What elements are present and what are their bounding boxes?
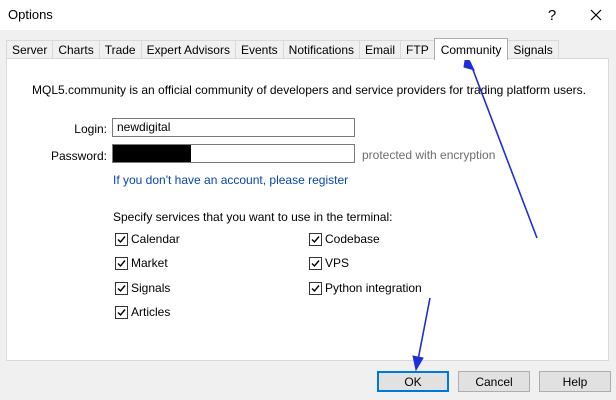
checkbox-label: Signals: [131, 281, 171, 295]
tab-notifications[interactable]: Notifications: [282, 40, 361, 59]
help-button[interactable]: Help: [539, 371, 611, 392]
checkbox-label: Python integration: [325, 281, 422, 295]
tab-community[interactable]: Community: [433, 38, 509, 60]
checkbox-articles[interactable]: Articles: [115, 305, 170, 319]
login-input[interactable]: newdigital: [112, 118, 355, 137]
password-note: protected with encryption: [362, 148, 496, 162]
checkbox-box[interactable]: [115, 281, 128, 295]
help-title-button[interactable]: ?: [532, 0, 572, 30]
checkbox-market[interactable]: Market: [115, 256, 168, 270]
check-icon: [117, 235, 126, 243]
checkbox-codebase[interactable]: Codebase: [309, 232, 380, 246]
checkbox-vps[interactable]: VPS: [309, 256, 349, 270]
ok-button[interactable]: OK: [377, 371, 449, 392]
check-icon: [117, 308, 126, 316]
check-icon: [311, 235, 320, 243]
close-button[interactable]: [576, 0, 616, 30]
checkbox-box[interactable]: [115, 256, 128, 270]
tab-strip: Server Charts Trade Expert Advisors Even…: [6, 37, 559, 60]
options-dialog: Options ? Server Charts Trade Expert Adv…: [0, 0, 616, 400]
checkbox-box[interactable]: [115, 305, 128, 319]
password-label: Password:: [50, 149, 107, 163]
tab-server[interactable]: Server: [6, 40, 54, 59]
password-input[interactable]: [112, 144, 355, 163]
checkbox-label: Codebase: [325, 232, 380, 246]
register-link[interactable]: If you don't have an account, please reg…: [113, 173, 348, 187]
tab-charts[interactable]: Charts: [52, 40, 100, 59]
tab-trade[interactable]: Trade: [98, 40, 142, 59]
checkbox-label: Calendar: [131, 232, 180, 246]
community-description: MQL5.community is an official community …: [32, 83, 587, 97]
tab-expert-advisors[interactable]: Expert Advisors: [140, 40, 236, 59]
checkbox-label: Market: [131, 256, 168, 270]
login-label: Login:: [74, 122, 107, 136]
checkbox-calendar[interactable]: Calendar: [115, 232, 180, 246]
checkbox-box[interactable]: [309, 232, 322, 246]
tab-events[interactable]: Events: [234, 40, 284, 59]
check-icon: [311, 259, 320, 267]
services-label: Specify services that you want to use in…: [113, 210, 393, 224]
check-icon: [117, 284, 126, 292]
checkbox-box[interactable]: [309, 256, 322, 270]
checkbox-label: VPS: [325, 256, 350, 270]
password-redaction: [113, 145, 191, 162]
check-icon: [311, 284, 320, 292]
tab-email[interactable]: Email: [359, 40, 402, 59]
checkbox-label: Articles: [131, 305, 171, 319]
cancel-button[interactable]: Cancel: [458, 371, 530, 392]
tab-ftp[interactable]: FTP: [400, 40, 435, 59]
window-title: Options: [8, 7, 53, 22]
checkbox-python-integration[interactable]: Python integration: [309, 281, 422, 295]
checkbox-box[interactable]: [309, 281, 322, 295]
checkbox-box[interactable]: [115, 232, 128, 246]
check-icon: [117, 259, 126, 267]
question-mark-icon: ?: [547, 6, 557, 24]
tab-signals[interactable]: Signals: [507, 40, 559, 59]
close-icon: [590, 9, 602, 21]
community-panel: MQL5.community is an official community …: [6, 58, 609, 361]
checkbox-signals[interactable]: Signals: [115, 281, 170, 295]
title-bar: Options ?: [0, 0, 616, 30]
